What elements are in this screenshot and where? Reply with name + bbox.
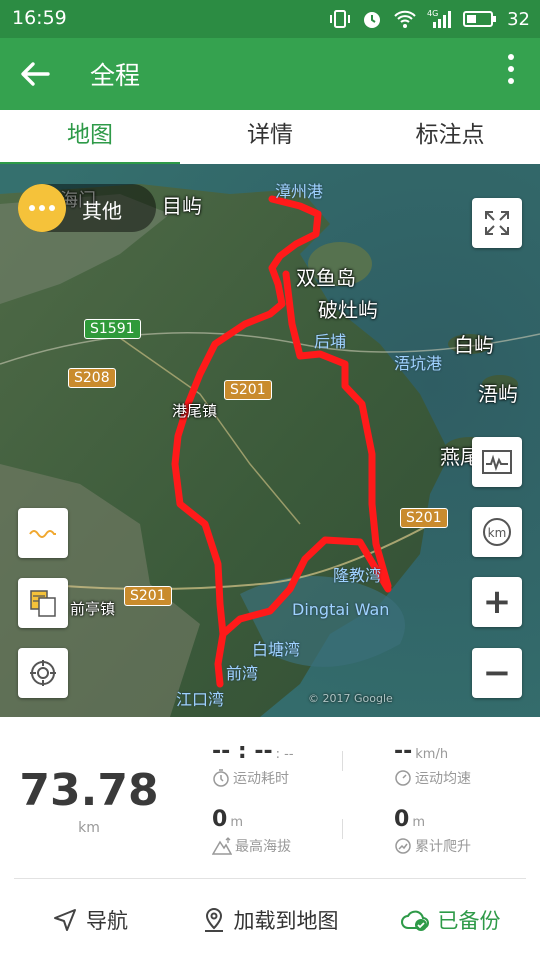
fullscreen-button[interactable] bbox=[472, 198, 522, 248]
map-layers-icon bbox=[30, 590, 56, 617]
navigate-label: 导航 bbox=[86, 909, 128, 933]
wifi-icon bbox=[394, 10, 416, 28]
climb-icon bbox=[395, 838, 411, 854]
track-style-button[interactable] bbox=[18, 508, 68, 558]
mountain-icon bbox=[212, 837, 232, 855]
map-label-longjiaowan: 隆教湾 bbox=[333, 566, 382, 585]
alarm-icon bbox=[364, 12, 381, 28]
map-label-qiantingzhen: 前亭镇 bbox=[70, 600, 116, 618]
map-label-dingtai: Dingtai Wan bbox=[292, 600, 390, 619]
avg-speed-stat: -- km/h 运动均速 bbox=[394, 739, 540, 788]
avg-speed-value: -- bbox=[394, 739, 413, 764]
map-label-baiyu: 白屿 bbox=[454, 333, 494, 357]
map-label-muyu: 目屿 bbox=[162, 194, 202, 218]
app-root: 16:59 4G 32 全程 地图 详情 标注点 目屿 海门 漳州港 双鱼岛 破… bbox=[0, 0, 540, 960]
map-view[interactable]: 目屿 海门 漳州港 双鱼岛 破灶屿 白屿 浯屿 燕尾 浯坑港 后埔 港尾镇 前亭… bbox=[0, 164, 540, 717]
map-watermark: © 2017 Google bbox=[308, 692, 393, 705]
expand-icon bbox=[485, 211, 509, 235]
map-label-baitangwan: 白塘湾 bbox=[252, 640, 301, 659]
stats-panel: 73.78 km -- : --: -- 运动耗时 -- km/h 运动均速 0m… bbox=[0, 717, 540, 880]
map-label-jiangkouwan: 江口湾 bbox=[176, 690, 225, 709]
locate-button[interactable] bbox=[18, 648, 68, 698]
map-label-xiaowu: 后埔 bbox=[314, 332, 347, 351]
max-altitude-value: 0 bbox=[212, 807, 228, 832]
map-label-qianwan: 前湾 bbox=[226, 664, 259, 683]
action-bar: 导航 加载到地图 已备份 bbox=[0, 880, 540, 960]
map-label-jiuyu: 浯屿 bbox=[478, 382, 518, 406]
battery-icon bbox=[463, 11, 497, 27]
map-pin-icon bbox=[204, 907, 223, 932]
signal-icon: 4G bbox=[427, 9, 452, 28]
backup-status-button[interactable]: 已备份 bbox=[360, 880, 540, 960]
avg-speed-unit: km/h bbox=[415, 747, 449, 762]
tab-details[interactable]: 详情 bbox=[180, 110, 360, 164]
road-sign-s1591: S1591 bbox=[84, 319, 141, 339]
duration-value: -- : -- bbox=[212, 739, 273, 764]
total-distance-unit: km bbox=[78, 820, 100, 836]
other-menu-chip[interactable]: 其他 bbox=[18, 184, 156, 232]
status-bar: 16:59 4G 32 bbox=[0, 0, 540, 38]
map-label-gangweizhen: 港尾镇 bbox=[172, 402, 218, 420]
km-icon: km bbox=[483, 518, 511, 546]
speedometer-icon bbox=[395, 770, 411, 786]
load-to-map-label: 加载到地图 bbox=[233, 909, 339, 933]
climb-stat: 0m 累计爬升 bbox=[394, 807, 540, 856]
tab-map[interactable]: 地图 bbox=[0, 110, 180, 166]
stopwatch-icon bbox=[213, 769, 229, 787]
tab-markers[interactable]: 标注点 bbox=[360, 110, 540, 164]
locate-icon bbox=[30, 660, 56, 686]
minus-icon: − bbox=[482, 653, 512, 693]
climb-value: 0 bbox=[394, 807, 410, 832]
back-arrow-icon[interactable] bbox=[18, 58, 52, 90]
battery-level: 32 bbox=[507, 8, 530, 30]
tab-bar: 地图 详情 标注点 bbox=[0, 110, 540, 166]
navigation-arrow-icon bbox=[54, 909, 76, 931]
road-sign-s201-north: S201 bbox=[224, 380, 272, 400]
duration-label: 运动耗时 bbox=[233, 771, 289, 787]
other-chip-label: 其他 bbox=[82, 199, 122, 223]
more-menu-icon[interactable] bbox=[506, 54, 516, 94]
status-time: 16:59 bbox=[12, 7, 67, 29]
map-label-zhangzhougang: 漳州港 bbox=[275, 182, 324, 201]
app-toolbar: 全程 bbox=[0, 38, 540, 110]
navigate-button[interactable]: 导航 bbox=[0, 880, 180, 960]
total-distance-value: 73.78 bbox=[19, 765, 159, 816]
map-label-shuangyudao: 双鱼岛 bbox=[296, 266, 356, 290]
wave-line-icon bbox=[29, 530, 56, 538]
duration-seconds: : -- bbox=[275, 747, 294, 762]
road-sign-s208: S208 bbox=[68, 368, 116, 388]
max-altitude-label: 最高海拔 bbox=[235, 839, 291, 855]
page-title: 全程 bbox=[90, 61, 141, 90]
climb-unit: m bbox=[412, 815, 425, 830]
waveform-icon bbox=[482, 450, 512, 474]
climb-label: 累计爬升 bbox=[415, 839, 471, 855]
max-altitude-unit: m bbox=[230, 815, 243, 830]
unit-km-button[interactable]: km bbox=[472, 507, 522, 557]
vibrate-icon bbox=[330, 10, 351, 28]
svg-text:4G: 4G bbox=[427, 9, 438, 18]
duration-stat: -- : --: -- 运动耗时 bbox=[212, 739, 362, 788]
zoom-in-button[interactable]: + bbox=[472, 577, 522, 627]
load-to-map-button[interactable]: 加载到地图 bbox=[180, 880, 360, 960]
backed-up-label: 已备份 bbox=[437, 909, 501, 933]
divider bbox=[14, 878, 526, 879]
max-altitude-stat: 0m 最高海拔 bbox=[212, 807, 362, 856]
plus-icon: + bbox=[482, 582, 512, 622]
layers-button[interactable] bbox=[18, 578, 68, 628]
map-label-pozaoyu: 破灶屿 bbox=[318, 298, 378, 322]
elevation-chart-button[interactable] bbox=[472, 437, 522, 487]
svg-text:km: km bbox=[488, 526, 507, 540]
road-sign-s201-west: S201 bbox=[124, 586, 172, 606]
avg-speed-label: 运动均速 bbox=[415, 771, 471, 787]
map-label-houkenggang: 浯坑港 bbox=[394, 354, 443, 373]
zoom-out-button[interactable]: − bbox=[472, 648, 522, 698]
more-dots-icon[interactable] bbox=[18, 184, 66, 232]
cloud-check-icon bbox=[400, 910, 429, 931]
road-sign-s201-east: S201 bbox=[400, 508, 448, 528]
